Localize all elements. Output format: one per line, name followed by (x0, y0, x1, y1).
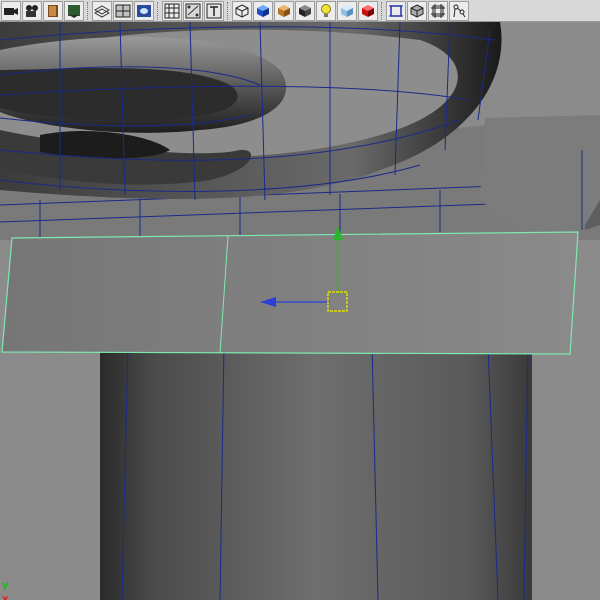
wireframe-button[interactable] (162, 0, 182, 21)
layers-icon (94, 4, 110, 18)
textured-cube-icon (278, 4, 290, 17)
3d-viewport[interactable]: y x persp (0, 22, 600, 600)
light-icon (321, 3, 331, 17)
shaded-cube-icon (257, 4, 269, 17)
skeleton-icon (453, 4, 466, 17)
xray-icon (299, 4, 311, 17)
axis-indicator-y: y (2, 580, 9, 591)
cylinder-mesh (100, 340, 532, 600)
toolbar-separator (85, 1, 91, 21)
skeleton-button[interactable] (449, 0, 469, 21)
wireframe-cube-button[interactable] (232, 0, 252, 21)
uv-button[interactable] (183, 0, 203, 21)
textured-cube-button[interactable] (274, 0, 294, 21)
axis-indicator-x: x (2, 594, 9, 600)
camera-icon (4, 7, 18, 15)
text-icon (206, 3, 222, 18)
red-cube-button[interactable] (358, 0, 378, 21)
toolbar-separator (155, 1, 161, 21)
frame-selection-button[interactable] (428, 0, 448, 21)
book-icon (48, 4, 58, 17)
display-icon (137, 4, 151, 17)
scene-render (0, 22, 600, 600)
grid-button[interactable] (113, 0, 133, 21)
bounding-box-icon (410, 3, 424, 18)
text-button[interactable] (204, 0, 224, 21)
toolbar-separator (225, 1, 231, 21)
uv-icon (185, 3, 201, 18)
movie-camera-button[interactable] (22, 0, 42, 21)
grid-icon (115, 4, 131, 17)
layers-button[interactable] (92, 0, 112, 21)
wireframe-cube-icon (235, 3, 249, 18)
frame-selection-icon (431, 3, 445, 18)
light-button[interactable] (316, 0, 336, 21)
smooth-shade-button[interactable] (337, 0, 357, 21)
movie-camera-icon (26, 4, 38, 17)
bounding-box-button[interactable] (407, 0, 427, 21)
bookmark-button[interactable] (64, 0, 84, 21)
camera-button[interactable] (1, 0, 21, 21)
xray-button[interactable] (295, 0, 315, 21)
shaded-cube-button[interactable] (253, 0, 273, 21)
wireframe-icon (164, 3, 180, 18)
isolate-select-button[interactable] (386, 0, 406, 21)
display-button[interactable] (134, 0, 154, 21)
viewport-toolbar (0, 0, 600, 22)
book-button[interactable] (43, 0, 63, 21)
toolbar-separator (379, 1, 385, 21)
selected-face (1, 231, 579, 355)
isolate-select-icon (389, 4, 403, 17)
smooth-shade-icon (341, 4, 353, 17)
red-cube-icon (362, 4, 374, 17)
bookmark-icon (68, 4, 80, 18)
